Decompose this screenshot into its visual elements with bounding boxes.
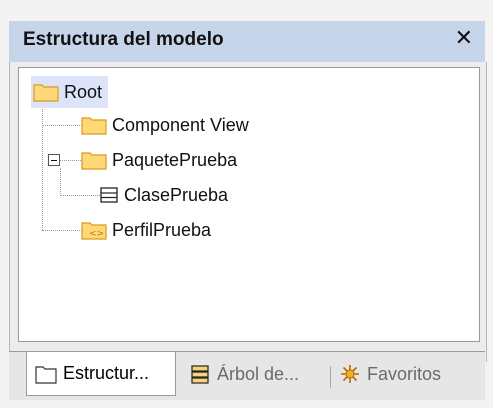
class-icon [99, 186, 119, 204]
folder-icon [81, 115, 107, 135]
profile-folder-icon: <> [81, 220, 107, 240]
tree-node-label: Component View [112, 114, 249, 135]
collapse-toggle-icon[interactable] [48, 154, 60, 166]
tree-node-label: Root [64, 81, 103, 102]
tab-separator [330, 366, 331, 388]
tree-node-root[interactable]: Root [31, 76, 109, 108]
model-structure-panel: Estructura del modelo ✕ Root Component V… [0, 0, 493, 408]
tree-node-perfil[interactable]: <> PerfilPrueba [81, 216, 211, 244]
tab-estructura[interactable]: Estructur... [26, 352, 176, 396]
panel-title: Estructura del modelo [23, 29, 224, 50]
panel-tab-strip: Estructur... Árbol de... Favoritos [9, 351, 485, 400]
favorites-icon [339, 363, 361, 385]
tree-node-label: PaquetePrueba [112, 149, 238, 170]
tab-favoritos[interactable]: Favoritos [339, 352, 441, 396]
tree-diagram-icon [189, 364, 211, 384]
tree-node-component-view[interactable]: Component View [81, 111, 249, 139]
tree-node-clase[interactable]: ClasePrueba [99, 181, 228, 209]
tab-arbol[interactable]: Árbol de... [189, 352, 299, 396]
tree-node-paquete[interactable]: PaquetePrueba [81, 146, 237, 174]
tree-connector [60, 195, 100, 196]
folder-icon [33, 82, 59, 102]
folder-outline-icon [35, 364, 57, 384]
tree-connector [42, 98, 43, 230]
svg-text:<>: <> [89, 229, 104, 239]
tab-label: Favoritos [367, 363, 442, 384]
panel-titlebar: Estructura del modelo ✕ [9, 21, 485, 63]
tab-label: Estructur... [63, 363, 150, 383]
tree-connector [42, 125, 82, 126]
tree-node-label: ClasePrueba [124, 184, 229, 205]
tree-connector [42, 230, 82, 231]
model-tree[interactable]: Root Component View PaquetePrueba ClaseP… [18, 67, 480, 342]
close-icon[interactable]: ✕ [455, 25, 473, 51]
tree-node-label: PerfilPrueba [112, 219, 212, 240]
tree-connector [60, 168, 61, 196]
folder-icon [81, 150, 107, 170]
tab-label: Árbol de... [217, 363, 300, 384]
